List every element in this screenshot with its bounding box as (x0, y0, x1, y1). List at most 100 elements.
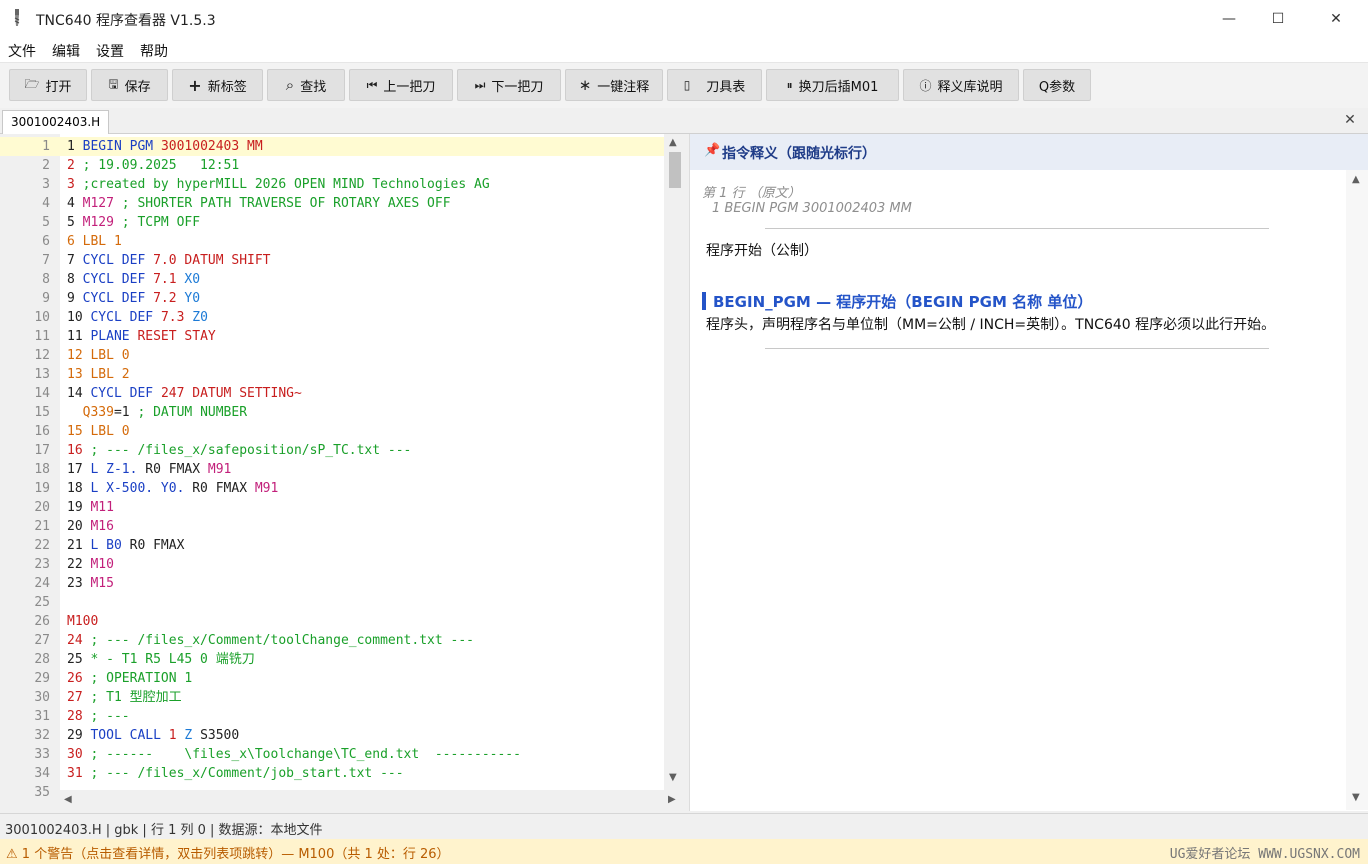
code-line[interactable]: 14 14 CYCL DEF 247 DATUM SETTING~ (0, 384, 664, 403)
code-text: M100 (67, 612, 98, 631)
menu-settings[interactable]: 设置 (96, 41, 124, 61)
line-number: 9 (42, 291, 50, 306)
find-button[interactable]: ⌕ 查找 (267, 69, 345, 101)
close-window-button[interactable]: ✕ (1313, 0, 1359, 38)
q-params-button[interactable]: Q参数 (1023, 69, 1091, 101)
code-token: M11 (90, 500, 114, 515)
menu-file[interactable]: 文件 (8, 41, 36, 61)
code-token: CYCL DEF (82, 291, 154, 306)
warning-text[interactable]: ⚠ 1 个警告（点击查看详情，双击列表项跳转）— M100（共 1 处：行 26… (6, 843, 450, 862)
code-token: 7.2 (153, 291, 185, 306)
close-tab-icon[interactable]: ✕ (1338, 110, 1362, 130)
code-token: LBL 0 (90, 348, 130, 363)
code-token: 247 DATUM SETTING~ (160, 386, 302, 401)
code-line[interactable]: 55 M129 ; TCPM OFF (0, 213, 664, 232)
code-line[interactable]: 22 ; 19.09.2025 12:51 (0, 156, 664, 175)
menu-help[interactable]: 帮助 (140, 41, 168, 61)
code-token: 28 (67, 709, 91, 724)
code-token: M129 (82, 215, 114, 230)
code-line[interactable]: 6 6 LBL 1 (0, 232, 664, 251)
code-line[interactable]: 33 30 ; ------ \files_x\Toolchange\TC_end… (0, 745, 664, 764)
code-text: 16 ; --- /files_x/safeposition/sP_TC.txt… (67, 441, 411, 460)
code-line[interactable]: 19 18 L X-500. Y0. R0 FMAX M91 (0, 479, 664, 498)
prev-tool-button[interactable]: ⏮ 上一把刀 (349, 69, 453, 101)
menu-edit[interactable]: 编辑 (52, 41, 80, 61)
code-text: 13 LBL 2 (67, 365, 130, 384)
code-token: L B0 (90, 538, 130, 553)
code-line[interactable]: 77 CYCL DEF 7.0 DATUM SHIFT (0, 251, 664, 270)
scroll-left-icon[interactable]: ◀ (64, 794, 72, 805)
new-tab-button[interactable]: + 新标签 (172, 69, 263, 101)
code-line[interactable]: 29 26 ; OPERATION 1 (0, 669, 664, 688)
code-line[interactable]: 25 (0, 593, 664, 612)
scroll-right-icon[interactable]: ▶ (668, 794, 676, 805)
code-line[interactable]: 26 M100 (0, 612, 664, 631)
code-line[interactable]: 30 27 ; T1 型腔加工 (0, 688, 664, 707)
code-text: 12 LBL 0 (67, 346, 130, 365)
line-number: 12 (34, 348, 50, 363)
prev-tool-icon: ⏮ (366, 77, 378, 92)
code-line[interactable]: 27 24 ; --- /files_x/Comment/toolChange_c… (0, 631, 664, 650)
code-line[interactable]: 20 19 M11 (0, 498, 664, 517)
scroll-up-icon[interactable]: ▲ (669, 137, 677, 148)
code-token: ; OPERATION 1 (90, 671, 193, 686)
code-line[interactable]: 21 20 M16 (0, 517, 664, 536)
code-text: 26 ; OPERATION 1 (67, 669, 192, 688)
code-text: 20 M16 (67, 517, 114, 536)
code-line[interactable]: 12 12 LBL 0 (0, 346, 664, 365)
scroll-down-icon[interactable]: ▼ (669, 772, 677, 783)
code-line[interactable]: 34 31 ; --- /files_x/Comment/job_start.tx… (0, 764, 664, 783)
command-description: 程序头，声明程序名与单位制（MM=公制 / INCH=英制）。TNC640 程序… (706, 317, 1276, 333)
code-line[interactable]: 22 21 L B0 R0 FMAX (0, 536, 664, 555)
tab-file[interactable]: 3001002403.H (2, 110, 110, 134)
save-button[interactable]: 🖫 保存 (91, 69, 168, 101)
code-line[interactable]: 11 11 PLANE RESET STAY (0, 327, 664, 346)
code-token: 11 (67, 329, 91, 344)
line-number: 34 (34, 766, 50, 781)
open-button[interactable]: 🗁 打开 (9, 69, 87, 101)
tool-table-button[interactable]: ▯ 刀具表 (667, 69, 762, 101)
code-token: 14 (67, 386, 91, 401)
code-line[interactable]: 18 17 L Z-1. R0 FMAX M91 (0, 460, 664, 479)
code-line[interactable]: 16 15 LBL 0 (0, 422, 664, 441)
editor-vertical-scrollbar[interactable]: ▲ ▼ (664, 134, 686, 790)
code-editor[interactable]: 11 BEGIN PGM 3001002403 MM 2 2 ; 19.09.202… (0, 134, 686, 811)
line-number: 6 (42, 234, 50, 249)
code-line[interactable]: 88 CYCL DEF 7.1 X0 (0, 270, 664, 289)
scroll-up-icon[interactable]: ▲ (1352, 174, 1360, 185)
scroll-down-icon[interactable]: ▼ (1352, 792, 1360, 803)
code-token: CYCL DEF (82, 272, 154, 287)
editor-horizontal-scrollbar[interactable]: ◀ ▶ (60, 790, 686, 811)
code-token: 7 (67, 253, 83, 268)
code-line[interactable]: 13 13 LBL 2 (0, 365, 664, 384)
next-tool-button[interactable]: ⏭ 下一把刀 (457, 69, 561, 101)
code-line[interactable]: 28 25 * - T1 R5 L45 0 端铣刀 (0, 650, 664, 669)
code-line[interactable]: 17 16 ; --- /files_x/safeposition/sP_TC.t… (0, 441, 664, 460)
panel-scrollbar[interactable]: ▲ ▼ (1346, 170, 1368, 810)
code-line[interactable]: 32 29 TOOL CALL 1 Z S3500 (0, 726, 664, 745)
code-line[interactable]: 33 ;created by hyperMILL 2026 OPEN MIND … (0, 175, 664, 194)
maximize-button[interactable]: ☐ (1255, 0, 1301, 38)
code-text: 6 LBL 1 (67, 232, 122, 251)
scroll-thumb[interactable] (669, 152, 681, 188)
code-line[interactable]: 11 BEGIN PGM 3001002403 MM (0, 137, 664, 156)
code-line[interactable]: 31 28 ; --- (0, 707, 664, 726)
code-line[interactable]: 23 22 M10 (0, 555, 664, 574)
library-info-button[interactable]: ⓘ 释义库说明 (903, 69, 1019, 101)
warning-bar[interactable]: ⚠ 1 个警告（点击查看详情，双击列表项跳转）— M100（共 1 处：行 26… (0, 839, 1368, 864)
code-line[interactable]: 10 10 CYCL DEF 7.3 Z0 (0, 308, 664, 327)
auto-comment-button[interactable]: ∗ 一键注释 (565, 69, 663, 101)
code-line[interactable]: 99 CYCL DEF 7.2 Y0 (0, 289, 664, 308)
divider (765, 228, 1269, 229)
code-token: S3500 (200, 728, 240, 743)
panel-title: 指令释义（跟随光标行） (722, 146, 876, 162)
code-line[interactable]: 15 Q339=1 ; DATUM NUMBER (0, 403, 664, 422)
minimize-button[interactable]: — (1206, 0, 1252, 38)
insert-m01-button[interactable]: ⏸ 换刀后插M01 (766, 69, 899, 101)
code-token: CYCL DEF (90, 310, 161, 325)
line-number: 15 (34, 405, 50, 420)
code-line[interactable]: 44 M127 ; SHORTER PATH TRAVERSE OF ROTAR… (0, 194, 664, 213)
code-line[interactable]: 24 23 M15 (0, 574, 664, 593)
code-token: L X-500. Y0. (90, 481, 193, 496)
code-text: 11 PLANE RESET STAY (67, 327, 216, 346)
